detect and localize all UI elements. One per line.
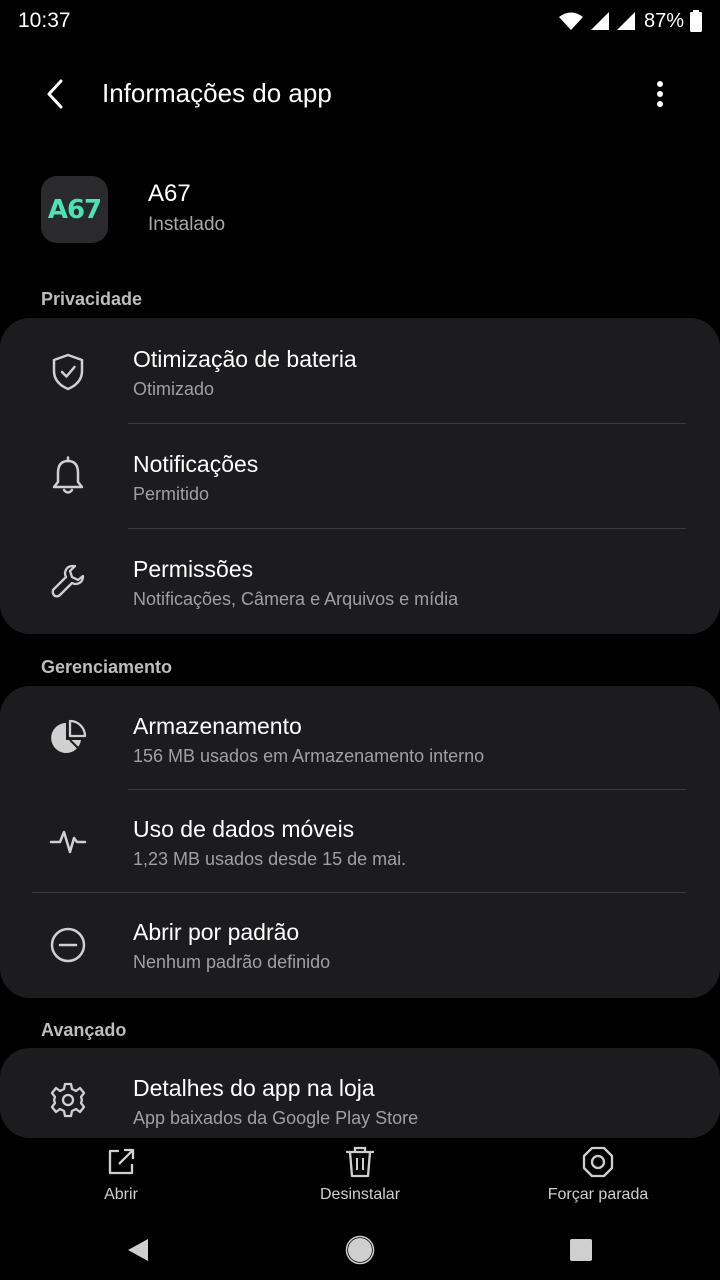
bell-icon (46, 454, 90, 498)
force-stop-label: Forçar parada (547, 1186, 649, 1203)
row-subtitle: 1,23 MB usados desde 15 de mai. (133, 849, 407, 869)
more-options-button[interactable] (638, 72, 682, 116)
back-arrow-icon (47, 79, 63, 109)
row-mobile-data[interactable]: Uso de dados móveis 1,23 MB usados desde… (0, 790, 720, 892)
row-subtitle: Otimizado (133, 379, 215, 399)
row-title: Notificações (133, 451, 259, 477)
row-storage[interactable]: Armazenamento 156 MB usados em Armazenam… (0, 686, 720, 789)
row-subtitle: Nenhum padrão definido (133, 952, 331, 972)
row-title: Abrir por padrão (133, 919, 300, 945)
nav-home-icon (345, 1235, 375, 1265)
row-subtitle: Permitido (133, 484, 210, 504)
row-subtitle: 156 MB usados em Armazenamento interno (133, 746, 485, 766)
wifi-icon (558, 12, 583, 30)
trash-icon (342, 1144, 378, 1180)
battery-icon (690, 10, 702, 32)
uninstall-label: Desinstalar (319, 1186, 401, 1203)
row-open-by-default[interactable]: Abrir por padrão Nenhum padrão definido (0, 893, 720, 998)
row-title: Permissões (133, 556, 254, 582)
status-time: 10:37 (18, 9, 71, 32)
uninstall-button[interactable]: Desinstalar (270, 1140, 450, 1216)
stop-octagon-icon (580, 1144, 616, 1180)
row-title: Otimização de bateria (133, 346, 357, 372)
row-permissions[interactable]: Permissões Notificações, Câmera e Arquiv… (0, 529, 720, 634)
open-label: Abrir (104, 1186, 138, 1203)
gear-icon (46, 1078, 90, 1122)
nav-recents-icon (570, 1239, 592, 1261)
app-icon: A67 (41, 176, 108, 243)
minus-circle-icon (46, 923, 90, 967)
signal-icon (590, 12, 609, 30)
signal-icon (616, 12, 635, 30)
nav-back-icon (128, 1239, 148, 1261)
row-store-details[interactable]: Detalhes do app na loja App baixados da … (0, 1048, 720, 1138)
card-privacidade: Otimização de bateria Otimizado Notifica… (0, 318, 720, 634)
status-icons: 87% (558, 9, 702, 33)
row-subtitle: App baixados da Google Play Store (133, 1108, 419, 1128)
row-title: Uso de dados móveis (133, 816, 355, 842)
shield-check-icon (46, 350, 90, 394)
app-install-status: Instalado (148, 214, 226, 235)
row-title: Detalhes do app na loja (133, 1075, 375, 1101)
nav-home-button[interactable] (338, 1228, 382, 1272)
battery-percent: 87% (643, 9, 684, 32)
force-stop-button[interactable]: Forçar parada (508, 1140, 688, 1216)
open-button[interactable]: Abrir (31, 1140, 211, 1216)
card-gerenciamento: Armazenamento 156 MB usados em Armazenam… (0, 686, 720, 998)
card-avancado: Detalhes do app na loja App baixados da … (0, 1048, 720, 1138)
status-bar: 10:37 87% (0, 0, 720, 44)
section-label-gerenciamento: Gerenciamento (41, 657, 173, 677)
open-external-icon (103, 1144, 139, 1180)
activity-icon (46, 819, 90, 863)
app-icon-label: A67 (47, 194, 102, 225)
more-vert-icon (657, 81, 663, 107)
row-title: Armazenamento (133, 713, 302, 739)
nav-recents-button[interactable] (559, 1228, 603, 1272)
row-subtitle: Notificações, Câmera e Arquivos e mídia (133, 589, 459, 609)
section-label-avancado: Avançado (41, 1020, 127, 1040)
row-notifications[interactable]: Notificações Permitido (0, 424, 720, 528)
back-button[interactable] (34, 72, 78, 116)
app-name: A67 (148, 180, 191, 207)
nav-back-button[interactable] (116, 1228, 160, 1272)
bottom-action-bar: Abrir Desinstalar Forçar parada (0, 1140, 720, 1216)
wrench-icon (46, 559, 90, 603)
app-header: A67 A67 Instalado (41, 176, 681, 244)
pie-chart-icon (46, 716, 90, 760)
system-nav-bar (0, 1220, 720, 1280)
row-battery-optimization[interactable]: Otimização de bateria Otimizado (0, 318, 720, 423)
app-bar: Informações do app (0, 60, 720, 128)
section-label-privacidade: Privacidade (41, 289, 143, 309)
page-title: Informações do app (102, 78, 332, 108)
